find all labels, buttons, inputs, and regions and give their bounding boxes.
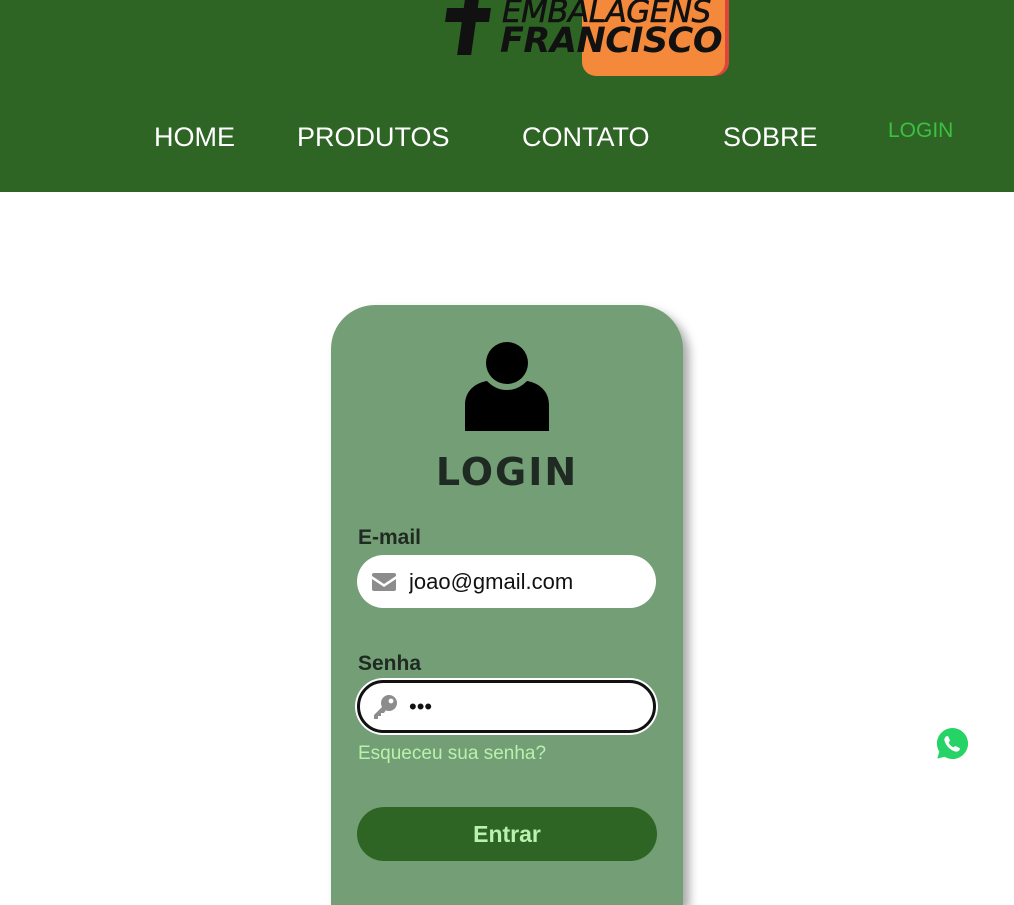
login-title: LOGIN [435, 450, 579, 494]
submit-button[interactable]: Entrar [357, 807, 657, 861]
brand-logo[interactable]: EMBALAGENS FRANCISCO [444, 0, 726, 78]
email-input[interactable] [409, 555, 639, 608]
site-header: EMBALAGENS FRANCISCO HOME PRODUTOS CONTA… [0, 0, 1014, 192]
nav-sobre[interactable]: SOBRE [723, 122, 818, 152]
login-card: LOGIN E-mail Senha Esqueceu sua senha? E… [331, 305, 683, 905]
nav-login[interactable]: LOGIN [888, 119, 953, 143]
user-icon [465, 342, 549, 431]
forgot-password-link[interactable]: Esqueceu sua senha? [358, 743, 546, 765]
logo-cross-bar [445, 8, 491, 22]
email-label: E-mail [358, 526, 422, 549]
brand-line2: FRANCISCO [500, 21, 723, 61]
key-icon [374, 694, 397, 719]
nav-produtos[interactable]: PRODUTOS [297, 122, 450, 152]
password-input[interactable] [409, 683, 639, 730]
whatsapp-icon[interactable] [935, 726, 970, 761]
envelope-icon [372, 572, 396, 591]
password-label: Senha [358, 652, 422, 675]
nav-home[interactable]: HOME [154, 122, 235, 152]
password-field[interactable] [357, 680, 656, 733]
nav-contato[interactable]: CONTATO [522, 122, 650, 152]
email-field[interactable] [357, 555, 656, 608]
